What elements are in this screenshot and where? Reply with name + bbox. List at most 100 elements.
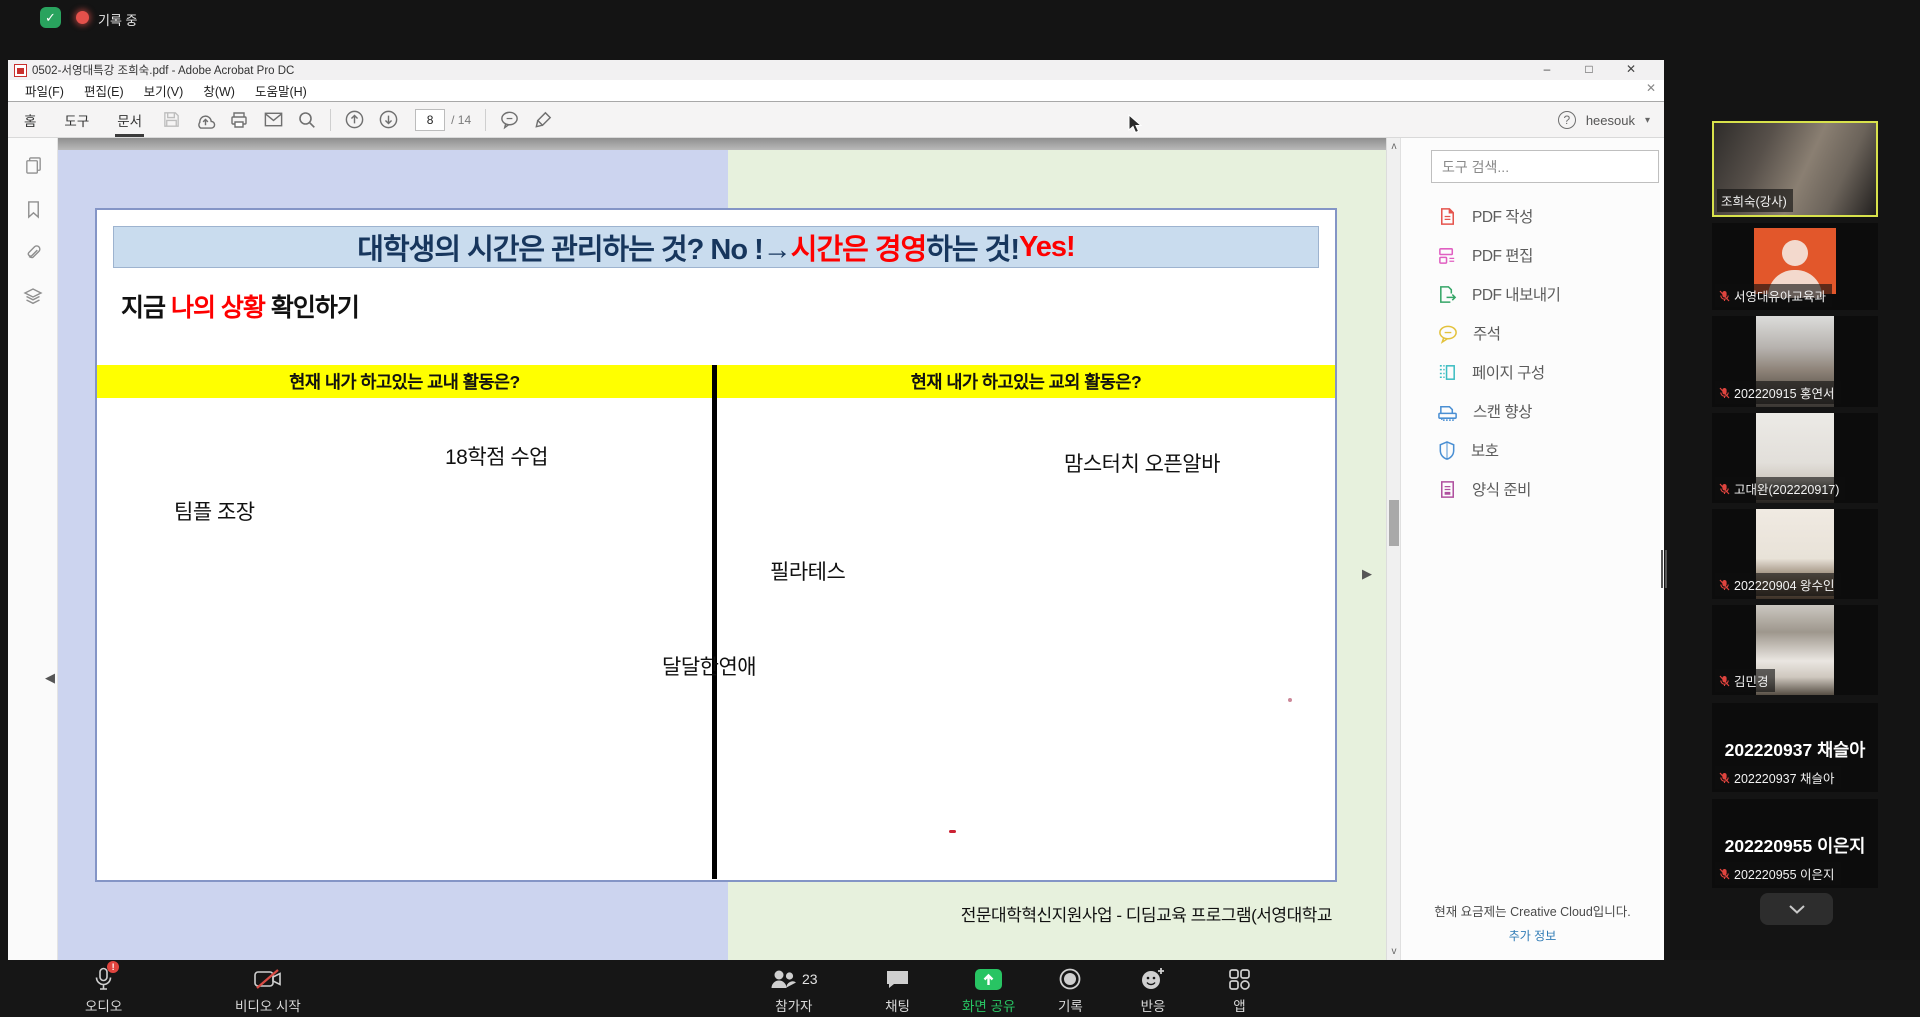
bookmarks-icon[interactable] — [8, 192, 58, 226]
share-screen-button[interactable]: 화면 공유 — [962, 966, 1015, 1015]
participant-display-name: 202220937 채슬아 — [1712, 737, 1878, 762]
participant-tile[interactable]: 고대완(202220917) — [1712, 413, 1878, 503]
export-pdf-icon — [1437, 284, 1458, 305]
scrollbar-thumb[interactable] — [1389, 500, 1399, 546]
more-participants-button[interactable] — [1760, 893, 1833, 925]
acrobat-title-bar[interactable]: 0502-서영대특강 조희숙.pdf - Adobe Acrobat Pro D… — [8, 60, 1664, 80]
acrobat-menu-bar: 파일(F) 편집(E) 보기(V) 창(W) 도움말(H) ✕ — [8, 80, 1664, 102]
camera-off-icon — [253, 968, 283, 990]
close-button[interactable]: ✕ — [1614, 60, 1648, 80]
menu-help[interactable]: 도움말(H) — [246, 79, 316, 102]
save-icon[interactable] — [154, 107, 188, 133]
vertical-scrollbar[interactable]: ᴧ ᴠ — [1386, 138, 1400, 960]
help-icon[interactable]: ? — [1558, 111, 1576, 129]
muted-mic-icon — [1719, 290, 1730, 302]
participant-name-label: 김민경 — [1715, 669, 1775, 692]
column-divider — [712, 365, 717, 879]
print-icon[interactable] — [222, 107, 256, 133]
scroll-up-icon[interactable]: ᴧ — [1387, 141, 1400, 152]
chat-button[interactable]: 채팅 — [885, 966, 910, 1015]
participant-name-label: 조희숙(강사) — [1717, 189, 1793, 212]
pdf-viewer[interactable]: 대학생의 시간은 관리하는 것? No !→ 시간은 경영 하는 것! Yes!… — [58, 138, 1400, 960]
page-up-icon[interactable] — [337, 107, 371, 133]
menu-window[interactable]: 창(W) — [194, 79, 244, 102]
pdf-file-icon — [14, 64, 27, 77]
viewer-gap — [58, 138, 1400, 150]
muted-mic-icon — [1719, 579, 1730, 591]
tool-organize-pages[interactable]: 페이지 구성 — [1437, 357, 1657, 387]
mouse-cursor — [1128, 114, 1143, 135]
recording-label: 기록 중 — [98, 10, 138, 29]
tool-edit-pdf[interactable]: PDF 편집 — [1437, 240, 1657, 270]
account-user-name[interactable]: heesouk — [1586, 113, 1635, 128]
more-info-link[interactable]: 추가 정보 — [1401, 927, 1664, 944]
audio-warning-badge: ! — [107, 961, 119, 973]
apps-button[interactable]: 앱 — [1228, 966, 1251, 1015]
security-shield-icon[interactable]: ✓ — [40, 7, 61, 28]
tab-home[interactable]: 홈 — [12, 102, 48, 138]
menu-file[interactable]: 파일(F) — [16, 79, 73, 102]
muted-mic-icon — [1719, 868, 1730, 880]
audio-button[interactable]: ! 오디오 — [85, 966, 122, 1015]
page-thumbnails-icon[interactable] — [8, 148, 58, 182]
participant-tile[interactable]: 조희숙(강사) — [1712, 121, 1878, 217]
enhance-scans-icon — [1437, 401, 1459, 422]
participant-tile[interactable]: 서영대유아교육과 — [1712, 223, 1878, 310]
window-title: 0502-서영대특강 조희숙.pdf - Adobe Acrobat Pro D… — [32, 62, 294, 78]
highlighter-icon[interactable] — [526, 107, 560, 133]
video-button[interactable]: 비디오 시작 — [235, 966, 301, 1015]
maximize-button[interactable]: □ — [1572, 60, 1606, 80]
minimize-button[interactable]: – — [1530, 60, 1564, 80]
tool-enhance-scans[interactable]: 스캔 향상 — [1437, 396, 1657, 426]
participant-tile[interactable]: 202220937 채슬아 202220937 채슬아 — [1712, 703, 1878, 792]
edit-pdf-icon — [1437, 245, 1458, 266]
tab-tools[interactable]: 도구 — [52, 102, 101, 138]
participant-name-label: 202220904 왕수인 — [1715, 573, 1841, 596]
muted-mic-icon — [1719, 387, 1730, 399]
chat-icon — [885, 968, 910, 990]
search-icon[interactable] — [290, 107, 324, 133]
previous-page-arrow[interactable]: ◀ — [45, 670, 55, 686]
share-cloud-icon[interactable] — [188, 107, 222, 133]
protect-icon — [1437, 440, 1457, 461]
slide-item: 달달한연애 — [662, 651, 756, 681]
participant-tile[interactable]: 202220955 이은지 202220955 이은지 — [1712, 799, 1878, 888]
participant-name-label: 202220937 채슬아 — [1715, 766, 1841, 789]
scroll-down-icon[interactable]: ᴠ — [1387, 946, 1400, 957]
participants-button[interactable]: 23 참가자 — [770, 966, 818, 1015]
recording-dot-icon — [76, 11, 89, 24]
muted-mic-icon — [1719, 772, 1730, 784]
email-icon[interactable] — [256, 107, 290, 133]
acrobat-window: 0502-서영대특강 조희숙.pdf - Adobe Acrobat Pro D… — [8, 60, 1664, 960]
reactions-button[interactable]: 반응 — [1140, 966, 1166, 1015]
muted-mic-icon — [1719, 675, 1730, 687]
next-page-arrow[interactable]: ▶ — [1362, 566, 1372, 582]
participant-tile[interactable]: 202220904 왕수인 — [1712, 509, 1878, 599]
prepare-form-icon — [1437, 479, 1458, 500]
menu-view[interactable]: 보기(V) — [135, 79, 193, 102]
page-down-icon[interactable] — [371, 107, 405, 133]
tools-search-input[interactable] — [1431, 150, 1659, 183]
acrobat-tools-panel: PDF 작성 PDF 편집 PDF 내보내기 주석 페이지 구성 — [1400, 138, 1664, 960]
tool-prepare-form[interactable]: 양식 준비 — [1437, 474, 1657, 504]
attachments-icon[interactable] — [8, 236, 58, 270]
slide-title: 대학생의 시간은 관리하는 것? No !→ 시간은 경영 하는 것! Yes! — [113, 226, 1319, 268]
tool-protect[interactable]: 보호 — [1437, 435, 1657, 465]
menubar-close-icon[interactable]: ✕ — [1646, 81, 1656, 95]
tool-export-pdf[interactable]: PDF 내보내기 — [1437, 279, 1657, 309]
participant-tile[interactable]: 김민경 — [1712, 605, 1878, 695]
record-button[interactable]: 기록 — [1058, 966, 1083, 1015]
ink-mark — [949, 830, 956, 833]
panel-resize-grip[interactable] — [1661, 550, 1667, 588]
tool-comment[interactable]: 주석 — [1437, 318, 1657, 348]
tool-create-pdf[interactable]: PDF 작성 — [1437, 201, 1657, 231]
participants-sidebar: 조희숙(강사) 서영대유아교육과 202220915 홍연서 고대완(20222… — [1700, 0, 1920, 1017]
menu-edit[interactable]: 편집(E) — [75, 79, 133, 102]
layers-icon[interactable] — [8, 280, 58, 314]
tab-document[interactable]: 문서 — [105, 102, 154, 138]
participant-tile[interactable]: 202220915 홍연서 — [1712, 316, 1878, 407]
participants-icon — [770, 968, 797, 990]
page-number-input[interactable]: 8 — [415, 109, 445, 131]
create-pdf-icon — [1437, 206, 1458, 227]
comment-bubble-icon[interactable] — [492, 107, 526, 133]
